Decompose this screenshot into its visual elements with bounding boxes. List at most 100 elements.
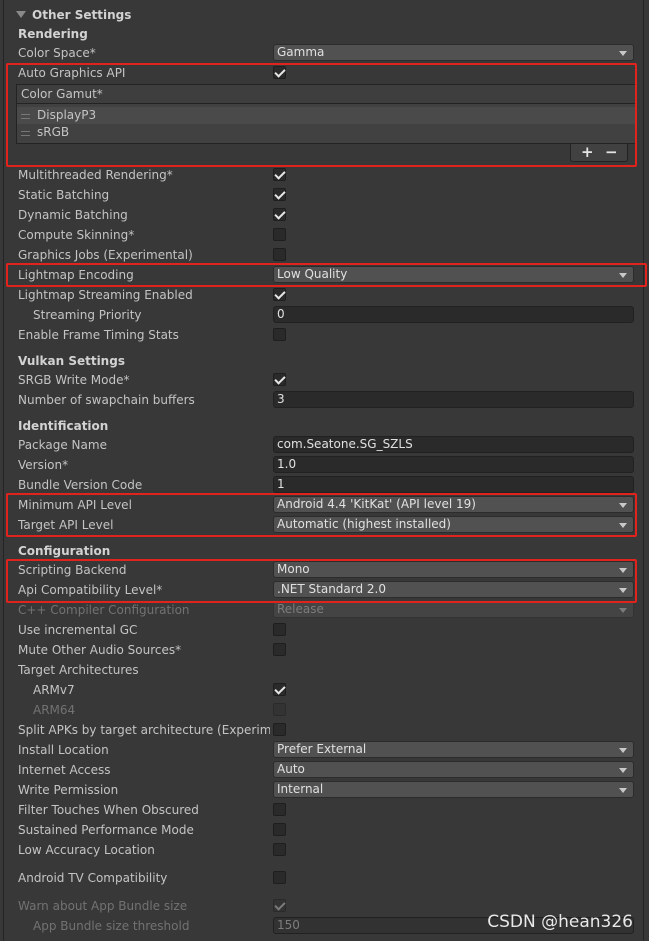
highlight-box-lightmap-encoding xyxy=(6,263,647,287)
row-version: Version* 1.0 xyxy=(0,455,649,475)
split-apks-checkbox[interactable] xyxy=(273,723,286,736)
row-sustained-perf: Sustained Performance Mode xyxy=(0,820,649,840)
incremental-gc-checkbox[interactable] xyxy=(273,623,286,636)
color-space-dropdown[interactable]: Gamma xyxy=(273,44,634,61)
install-location-dropdown[interactable]: Prefer External xyxy=(273,741,634,758)
row-color-space: Color Space* Gamma xyxy=(0,43,649,63)
warn-bundle-label: Warn about App Bundle size xyxy=(18,899,188,913)
write-permission-dropdown[interactable]: Internal xyxy=(273,781,634,798)
row-armv7: ARMv7 xyxy=(0,680,649,700)
row-dynamic-batching: Dynamic Batching xyxy=(0,205,649,225)
mute-audio-checkbox[interactable] xyxy=(273,643,286,656)
lightmap-streaming-checkbox[interactable] xyxy=(273,288,286,301)
highlight-box-graphics-api xyxy=(6,63,637,167)
warn-bundle-checkbox xyxy=(273,899,286,912)
static-batching-checkbox[interactable] xyxy=(273,188,286,201)
arm64-label: ARM64 xyxy=(33,703,76,717)
sustained-perf-checkbox[interactable] xyxy=(273,823,286,836)
arm64-checkbox xyxy=(273,703,286,716)
srgb-write-label: SRGB Write Mode* xyxy=(18,373,130,387)
row-lightmap-streaming: Lightmap Streaming Enabled xyxy=(0,285,649,305)
row-static-batching: Static Batching xyxy=(0,185,649,205)
row-filter-touches: Filter Touches When Obscured xyxy=(0,800,649,820)
internet-access-label: Internet Access xyxy=(18,763,111,777)
compute-skinning-label: Compute Skinning* xyxy=(18,228,135,242)
swapchain-label: Number of swapchain buffers xyxy=(18,393,195,407)
bundle-code-input[interactable]: 1 xyxy=(273,476,634,493)
dropdown-arrow-icon xyxy=(619,51,627,56)
sustained-perf-label: Sustained Performance Mode xyxy=(18,823,194,837)
section-vulkan: Vulkan Settings xyxy=(18,354,125,368)
frame-timing-label: Enable Frame Timing Stats xyxy=(18,328,179,342)
row-swapchain: Number of swapchain buffers 3 xyxy=(0,390,649,410)
row-android-tv: Android TV Compatibility xyxy=(0,868,649,888)
internet-access-dropdown[interactable]: Auto xyxy=(273,761,634,778)
color-space-label: Color Space* xyxy=(18,46,96,60)
streaming-priority-label: Streaming Priority xyxy=(33,308,142,322)
dropdown-arrow-icon xyxy=(619,748,627,753)
dynamic-batching-label: Dynamic Batching xyxy=(18,208,128,222)
foldout-title: Other Settings xyxy=(32,8,132,22)
static-batching-label: Static Batching xyxy=(18,188,110,202)
row-streaming-priority: Streaming Priority 0 xyxy=(0,305,649,325)
row-graphics-jobs: Graphics Jobs (Experimental) xyxy=(0,245,649,265)
streaming-priority-input[interactable]: 0 xyxy=(273,306,634,323)
compute-skinning-checkbox[interactable] xyxy=(273,228,286,241)
graphics-jobs-checkbox[interactable] xyxy=(273,248,286,261)
row-package-name: Package Name com.Seatone.SG_SZLS xyxy=(0,435,649,455)
bundle-threshold-label: App Bundle size threshold xyxy=(33,919,190,933)
row-multithreaded: Multithreaded Rendering* xyxy=(0,165,649,185)
dropdown-arrow-icon xyxy=(619,608,627,613)
cpp-config-label: C++ Compiler Configuration xyxy=(18,603,190,617)
row-internet-access: Internet Access Auto xyxy=(0,760,649,780)
row-arm64: ARM64 xyxy=(0,700,649,720)
row-frame-timing: Enable Frame Timing Stats xyxy=(0,325,649,345)
cpp-config-value: Release xyxy=(277,602,324,616)
highlight-box-scripting xyxy=(6,559,637,603)
package-name-label: Package Name xyxy=(18,438,107,452)
srgb-write-checkbox[interactable] xyxy=(273,373,286,386)
foldout-triangle-icon xyxy=(16,11,26,18)
android-tv-checkbox[interactable] xyxy=(273,871,286,884)
filter-touches-label: Filter Touches When Obscured xyxy=(18,803,199,817)
dropdown-arrow-icon xyxy=(619,768,627,773)
graphics-jobs-label: Graphics Jobs (Experimental) xyxy=(18,248,193,262)
lightmap-streaming-label: Lightmap Streaming Enabled xyxy=(18,288,193,302)
swapchain-input[interactable]: 3 xyxy=(273,391,634,408)
dropdown-arrow-icon xyxy=(619,788,627,793)
install-location-label: Install Location xyxy=(18,743,109,757)
multithreaded-checkbox[interactable] xyxy=(273,168,286,181)
write-permission-label: Write Permission xyxy=(18,783,119,797)
section-configuration: Configuration xyxy=(18,544,111,558)
version-label: Version* xyxy=(18,458,69,472)
row-bundle-code: Bundle Version Code 1 xyxy=(0,475,649,495)
mute-audio-label: Mute Other Audio Sources* xyxy=(18,643,182,657)
armv7-label: ARMv7 xyxy=(33,683,75,697)
highlight-box-api-level xyxy=(6,493,637,537)
row-low-accuracy: Low Accuracy Location xyxy=(0,840,649,860)
split-apks-label: Split APKs by target architecture (Exper… xyxy=(18,723,270,737)
frame-timing-checkbox[interactable] xyxy=(273,328,286,341)
filter-touches-checkbox[interactable] xyxy=(273,803,286,816)
section-identification: Identification xyxy=(18,419,109,433)
row-compute-skinning: Compute Skinning* xyxy=(0,225,649,245)
target-arch-label: Target Architectures xyxy=(18,663,139,677)
multithreaded-label: Multithreaded Rendering* xyxy=(18,168,173,182)
android-tv-label: Android TV Compatibility xyxy=(18,871,168,885)
row-target-arch: Target Architectures xyxy=(0,660,649,680)
row-install-location: Install Location Prefer External xyxy=(0,740,649,760)
row-write-permission: Write Permission Internal xyxy=(0,780,649,800)
install-location-value: Prefer External xyxy=(277,742,367,756)
low-accuracy-checkbox[interactable] xyxy=(273,843,286,856)
internet-access-value: Auto xyxy=(277,762,305,776)
package-name-input[interactable]: com.Seatone.SG_SZLS xyxy=(273,436,634,453)
section-rendering: Rendering xyxy=(18,27,88,41)
armv7-checkbox[interactable] xyxy=(273,683,286,696)
incremental-gc-label: Use incremental GC xyxy=(18,623,138,637)
other-settings-foldout[interactable]: Other Settings xyxy=(16,6,132,24)
version-input[interactable]: 1.0 xyxy=(273,456,634,473)
cpp-config-dropdown: Release xyxy=(273,601,634,618)
dynamic-batching-checkbox[interactable] xyxy=(273,208,286,221)
row-incremental-gc: Use incremental GC xyxy=(0,620,649,640)
row-split-apks: Split APKs by target architecture (Exper… xyxy=(0,720,649,740)
